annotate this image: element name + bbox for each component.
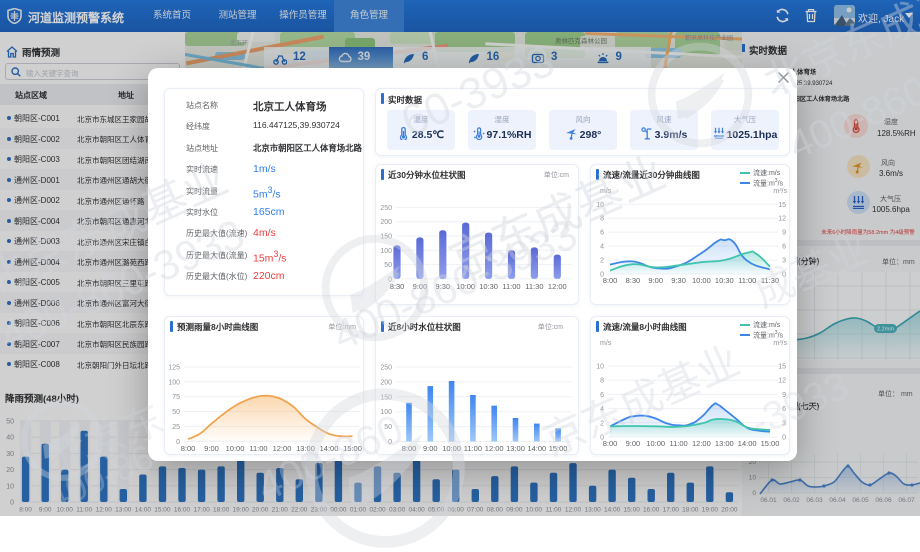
svg-text:13:00: 13:00: [506, 444, 525, 453]
svg-text:12:00: 12:00: [548, 282, 567, 291]
svg-text:100: 100: [380, 409, 392, 416]
svg-text:12:00: 12:00: [485, 444, 504, 453]
svg-text:9:30: 9:30: [435, 282, 450, 291]
svg-text:125: 125: [168, 365, 180, 372]
svg-text:10:00: 10:00: [456, 282, 475, 291]
svg-text:2: 2: [600, 258, 604, 265]
svg-text:250: 250: [380, 205, 392, 212]
svg-text:10:00: 10:00: [692, 276, 711, 285]
svg-text:0: 0: [782, 435, 786, 442]
svg-text:9: 9: [782, 392, 786, 399]
svg-text:6: 6: [600, 392, 604, 399]
svg-text:14:00: 14:00: [738, 439, 757, 448]
svg-text:0: 0: [782, 272, 786, 279]
svg-text:15: 15: [778, 202, 786, 209]
svg-text:m/s: m/s: [600, 340, 612, 347]
svg-text:6: 6: [782, 244, 786, 251]
svg-text:9:30: 9:30: [671, 276, 686, 285]
svg-text:9:00: 9:00: [423, 444, 438, 453]
svg-text:0: 0: [388, 439, 392, 446]
svg-text:10: 10: [596, 364, 604, 371]
svg-text:11:00: 11:00: [502, 282, 520, 291]
svg-text:11:00: 11:00: [249, 444, 267, 453]
svg-text:0: 0: [176, 439, 180, 446]
svg-text:14:00: 14:00: [320, 444, 339, 453]
svg-text:9: 9: [782, 230, 786, 237]
svg-text:200: 200: [380, 379, 392, 386]
svg-text:6: 6: [600, 230, 604, 237]
svg-text:150: 150: [380, 394, 392, 401]
svg-text:6: 6: [782, 406, 786, 413]
svg-text:75: 75: [172, 394, 180, 401]
svg-text:10:30: 10:30: [715, 276, 734, 285]
svg-text:8: 8: [600, 216, 604, 223]
svg-text:13:00: 13:00: [296, 444, 315, 453]
svg-text:8:00: 8:00: [603, 439, 618, 448]
svg-text:11:00: 11:00: [669, 439, 687, 448]
svg-text:100: 100: [168, 379, 180, 386]
svg-text:50: 50: [384, 262, 392, 269]
svg-text:150: 150: [380, 234, 392, 241]
svg-text:4: 4: [600, 406, 604, 413]
svg-text:10:30: 10:30: [479, 282, 498, 291]
svg-text:3: 3: [782, 258, 786, 265]
svg-text:9:00: 9:00: [626, 439, 641, 448]
svg-text:9:00: 9:00: [648, 276, 663, 285]
svg-text:13:00: 13:00: [715, 439, 734, 448]
svg-text:8:00: 8:00: [402, 444, 417, 453]
svg-text:15:00: 15:00: [761, 439, 780, 448]
svg-text:15: 15: [778, 364, 786, 371]
svg-text:9:00: 9:00: [204, 444, 219, 453]
svg-text:10:00: 10:00: [442, 444, 461, 453]
svg-text:11:00: 11:00: [464, 444, 482, 453]
svg-text:4: 4: [600, 244, 604, 251]
svg-text:11:00: 11:00: [738, 276, 756, 285]
svg-text:8:00: 8:00: [181, 444, 196, 453]
svg-text:3: 3: [782, 420, 786, 427]
svg-text:8: 8: [600, 378, 604, 385]
svg-text:8:30: 8:30: [626, 276, 641, 285]
svg-text:11:30: 11:30: [761, 276, 779, 285]
svg-text:m/s: m/s: [600, 188, 612, 195]
svg-text:9:00: 9:00: [413, 282, 428, 291]
svg-text:m³/s: m³/s: [773, 188, 787, 195]
svg-text:50: 50: [384, 424, 392, 431]
svg-text:100: 100: [380, 248, 392, 255]
svg-text:250: 250: [380, 365, 392, 372]
svg-text:8:00: 8:00: [603, 276, 618, 285]
svg-text:50: 50: [172, 409, 180, 416]
svg-text:10:00: 10:00: [646, 439, 665, 448]
svg-text:12:00: 12:00: [692, 439, 711, 448]
svg-text:12: 12: [778, 216, 786, 223]
svg-text:14:00: 14:00: [527, 444, 546, 453]
svg-text:10:00: 10:00: [226, 444, 245, 453]
svg-text:15:00: 15:00: [549, 444, 568, 453]
svg-text:10: 10: [596, 202, 604, 209]
svg-text:2: 2: [600, 420, 604, 427]
svg-text:25: 25: [172, 424, 180, 431]
svg-text:12: 12: [778, 378, 786, 385]
svg-text:11:30: 11:30: [525, 282, 543, 291]
svg-text:8:30: 8:30: [390, 282, 405, 291]
svg-text:m³/s: m³/s: [773, 340, 787, 347]
svg-text:12:00: 12:00: [273, 444, 292, 453]
svg-text:200: 200: [380, 219, 392, 226]
svg-text:15:00: 15:00: [343, 444, 362, 453]
